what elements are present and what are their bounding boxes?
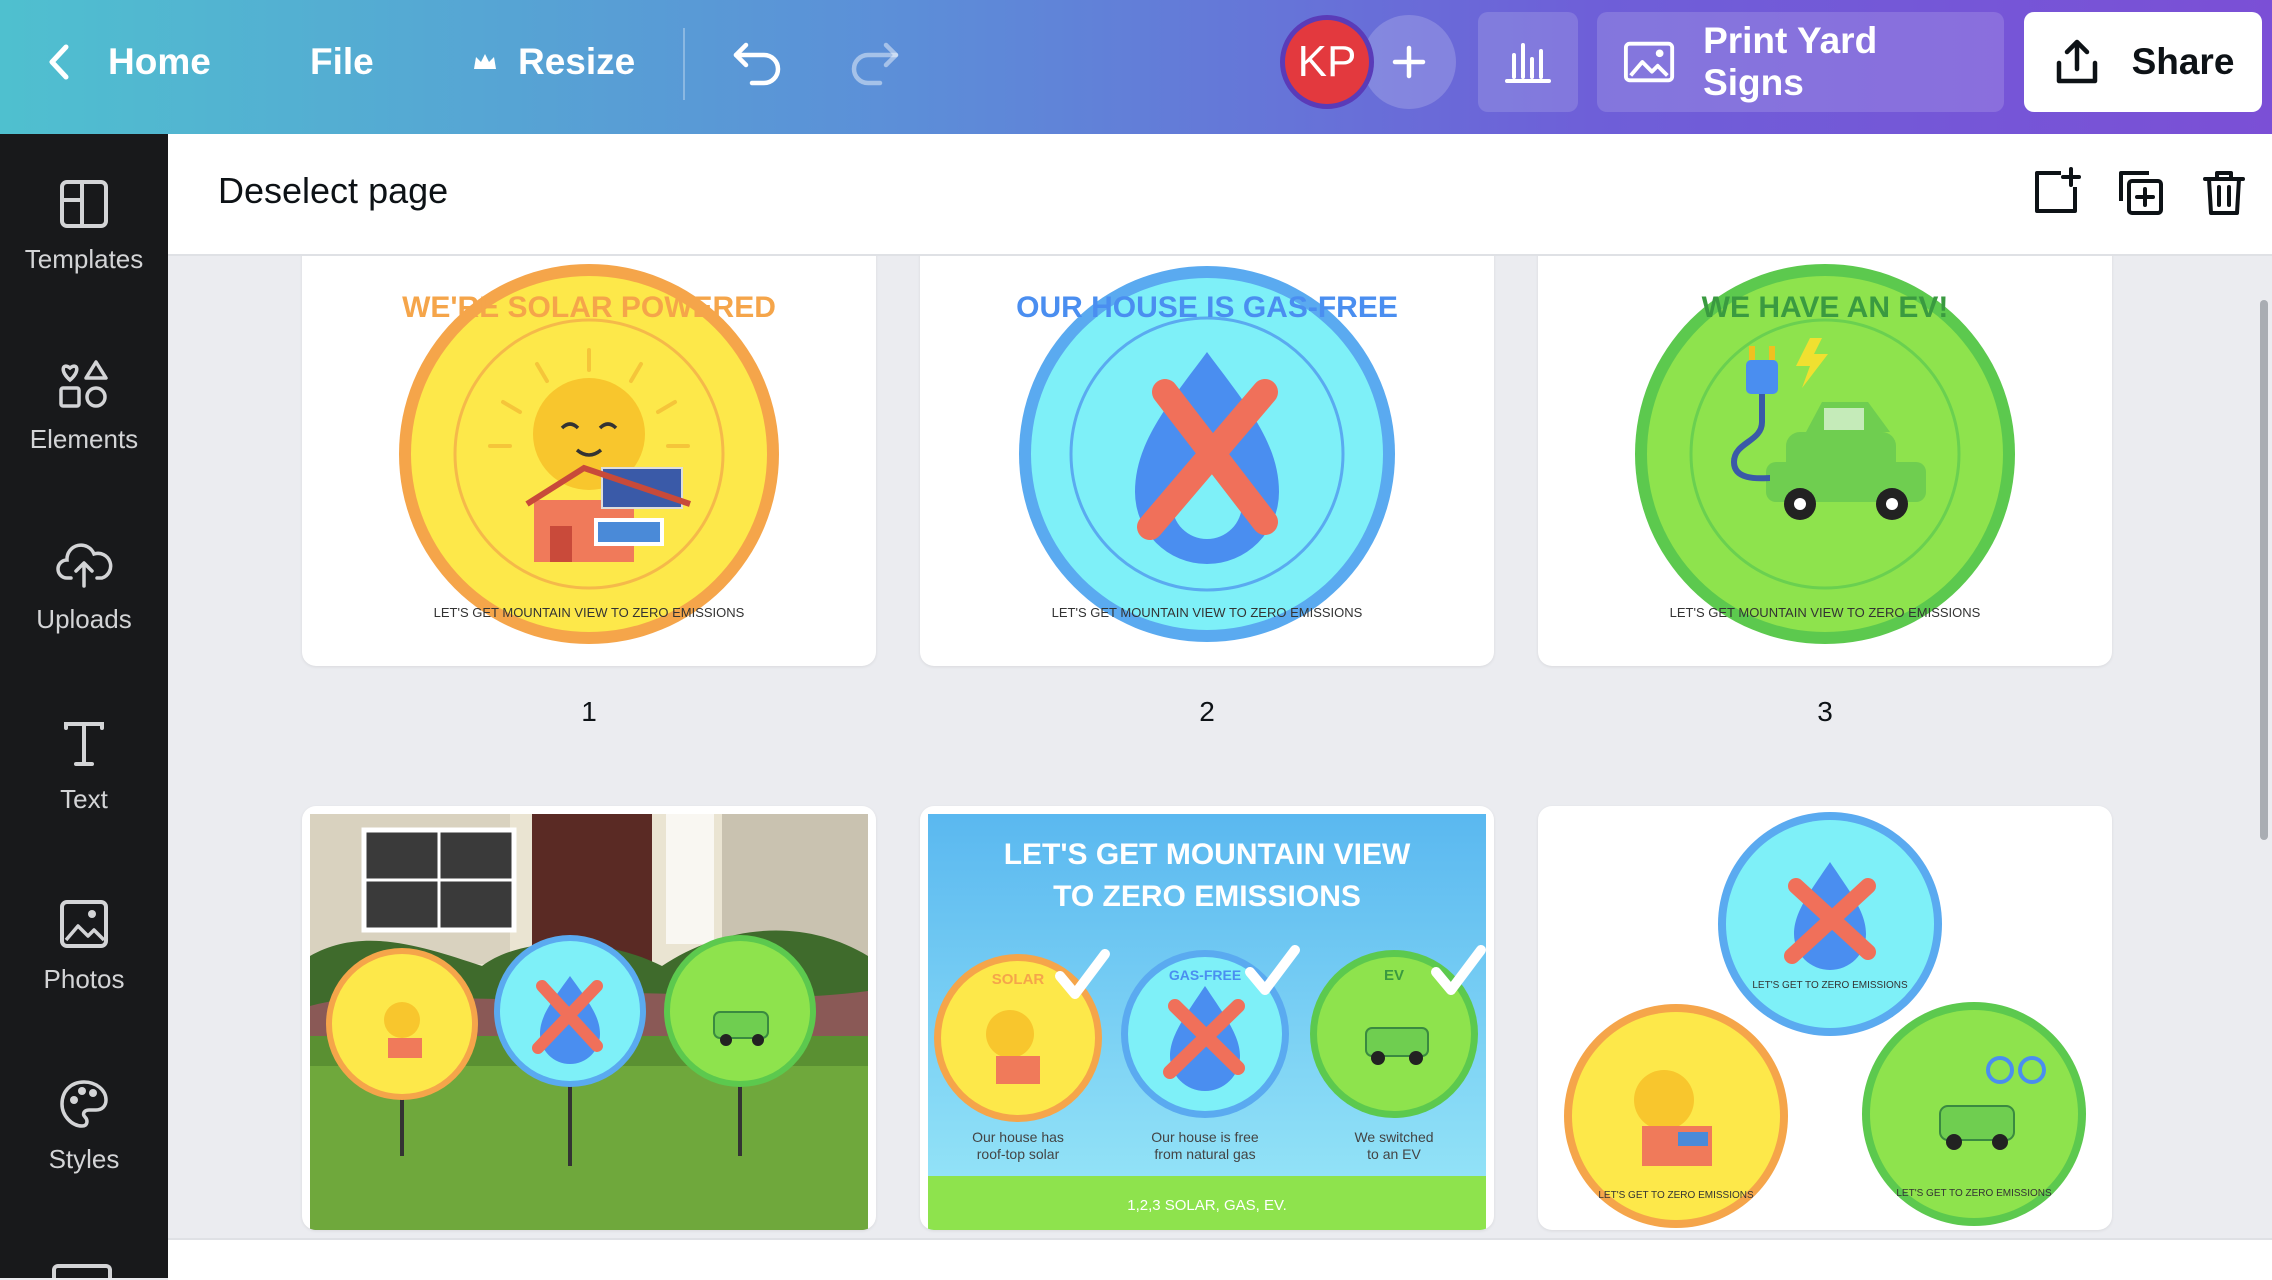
page-toolbar: Deselect page [168, 134, 2272, 256]
infographic-footer: 1,2,3 SOLAR, GAS, EV. [1127, 1197, 1287, 1214]
trash-icon [2203, 171, 2245, 215]
sign-footer: LET'S GET MOUNTAIN VIEW TO ZERO EMISSION… [1670, 605, 1981, 620]
badge-footer-solar: LET'S GET TO ZERO EMISSIONS [1598, 1190, 1754, 1201]
share-button[interactable]: Share [2024, 12, 2262, 112]
page-grid: WE'RE SOLAR POWERED LET'S GET MOUNTAIN V… [168, 256, 2272, 1238]
palette-icon [60, 1080, 108, 1128]
templates-icon [60, 180, 108, 228]
file-label: File [310, 41, 374, 82]
resize-button[interactable]: Resize [470, 0, 635, 124]
crown-icon [474, 54, 496, 69]
home-button[interactable]: Home [40, 0, 211, 124]
sidebar-item-photos[interactable]: Photos [0, 898, 168, 1068]
page-thumbnail-4[interactable] [302, 806, 876, 1230]
sign-title: OUR HOUSE IS GAS-FREE [1016, 291, 1398, 324]
user-avatar[interactable]: KP [1280, 15, 1374, 109]
caption-solar-line2: roof-top solar [977, 1146, 1060, 1162]
sign-footer: LET'S GET MOUNTAIN VIEW TO ZERO EMISSION… [434, 605, 745, 620]
page-thumbnail-1[interactable]: WE'RE SOLAR POWERED LET'S GET MOUNTAIN V… [302, 256, 876, 666]
deselect-page-button[interactable]: Deselect page [218, 170, 448, 212]
page-number-1: 1 [581, 696, 597, 727]
share-upload-icon [2056, 39, 2097, 84]
home-label: Home [108, 41, 211, 82]
sidebar-label: Templates [24, 244, 144, 274]
resize-label: Resize [518, 41, 636, 82]
bottom-status-bar [168, 1238, 2272, 1280]
left-sidebar: Templates Elements Uploads Text Photos S… [0, 134, 168, 1278]
add-page-button[interactable] [2028, 164, 2084, 220]
caption-ev-line1: We switched [1354, 1129, 1433, 1145]
sidebar-label: Elements [29, 424, 139, 454]
caption-gas-line1: Our house is free [1151, 1129, 1259, 1145]
sidebar-label: Text [60, 784, 108, 814]
badge-footer-ev: LET'S GET TO ZERO EMISSIONS [1896, 1188, 2052, 1199]
page-thumbnail-6[interactable]: LET'S GET TO ZERO EMISSIONS LET'S GET TO… [1538, 806, 2112, 1230]
duplicate-page-button[interactable] [2112, 164, 2168, 220]
top-bar: Home File Resize KP Print Yard Signs Sha… [0, 0, 2272, 134]
sidebar-label: Photos [43, 964, 125, 994]
caption-solar-line1: Our house has [972, 1129, 1064, 1145]
badge-gas-label: GAS-FREE [1169, 967, 1241, 983]
sidebar-label: Styles [48, 1144, 120, 1174]
caption-gas-line2: from natural gas [1154, 1146, 1255, 1162]
sign-title: WE'RE SOLAR POWERED [402, 291, 776, 324]
add-page-icon [2035, 167, 2081, 213]
sidebar-item-styles[interactable]: Styles [0, 1078, 168, 1248]
page-thumbnail-2[interactable]: OUR HOUSE IS GAS-FREE LET'S GET MOUNTAIN… [920, 256, 1494, 666]
sidebar-item-elements[interactable]: Elements [0, 358, 168, 528]
plus-icon [1392, 45, 1426, 79]
sidebar-item-text[interactable]: Text [0, 718, 168, 888]
duplicate-icon [2119, 171, 2163, 215]
infographic-graphic: LET'S GET MOUNTAIN VIEW TO ZERO EMISSION… [928, 814, 1486, 1230]
share-label: Share [2131, 41, 2235, 82]
page-number-3: 3 [1817, 696, 1833, 727]
redo-button[interactable] [846, 0, 902, 124]
avatar-initials: KP [1297, 37, 1357, 86]
solar-sign-graphic: WE'RE SOLAR POWERED LET'S GET MOUNTAIN V… [399, 264, 779, 644]
vertical-scrollbar[interactable] [2260, 300, 2268, 840]
page-number-2: 2 [1199, 696, 1215, 727]
undo-button[interactable] [730, 0, 786, 124]
sidebar-item-uploads[interactable]: Uploads [0, 538, 168, 708]
page-thumbnail-3[interactable]: WE HAVE AN EV! LET'S GET MOUNTAIN VIEW T… [1538, 256, 2112, 666]
sidebar-item-templates[interactable]: Templates [0, 178, 168, 348]
file-menu[interactable]: File [310, 0, 374, 124]
delete-page-button[interactable] [2196, 164, 2252, 220]
sign-footer: LET'S GET MOUNTAIN VIEW TO ZERO EMISSION… [1052, 605, 1363, 620]
badge-solar-label: SOLAR [992, 971, 1045, 988]
cloud-upload-icon [56, 543, 113, 588]
bar-chart-icon [1505, 43, 1551, 83]
infographic-heading-1: LET'S GET MOUNTAIN VIEW [1004, 838, 1411, 871]
badge-footer-gas: LET'S GET TO ZERO EMISSIONS [1752, 980, 1908, 991]
ev-sign-graphic: WE HAVE AN EV! LET'S GET MOUNTAIN VIEW T… [1635, 264, 2015, 644]
sign-title: WE HAVE AN EV! [1702, 291, 1949, 324]
gas-free-sign-graphic: OUR HOUSE IS GAS-FREE LET'S GET MOUNTAIN… [1016, 266, 1398, 642]
page-thumbnail-5[interactable]: LET'S GET MOUNTAIN VIEW TO ZERO EMISSION… [920, 806, 1494, 1230]
badge-ev-label: EV [1384, 967, 1404, 984]
more-apps-icon[interactable] [52, 1264, 112, 1278]
text-icon [64, 722, 104, 766]
yard-photo-graphic [310, 814, 868, 1230]
undo-icon [733, 42, 781, 86]
caption-ev-line2: to an EV [1367, 1146, 1421, 1162]
photos-icon [60, 900, 108, 948]
chevron-left-icon [49, 44, 69, 80]
image-icon [1623, 41, 1675, 83]
print-yard-signs-button[interactable]: Print Yard Signs [1597, 12, 2004, 112]
elements-icon [59, 360, 108, 408]
toolbar-divider [683, 28, 685, 100]
print-label: Print Yard Signs [1703, 20, 1878, 103]
infographic-heading-2: TO ZERO EMISSIONS [1053, 880, 1361, 913]
redo-icon [851, 42, 899, 86]
stacked-badges-graphic: LET'S GET TO ZERO EMISSIONS LET'S GET TO… [1564, 812, 2086, 1228]
add-collaborator-button[interactable] [1362, 15, 1456, 109]
sidebar-label: Uploads [36, 604, 132, 634]
analytics-button[interactable] [1478, 12, 1578, 112]
